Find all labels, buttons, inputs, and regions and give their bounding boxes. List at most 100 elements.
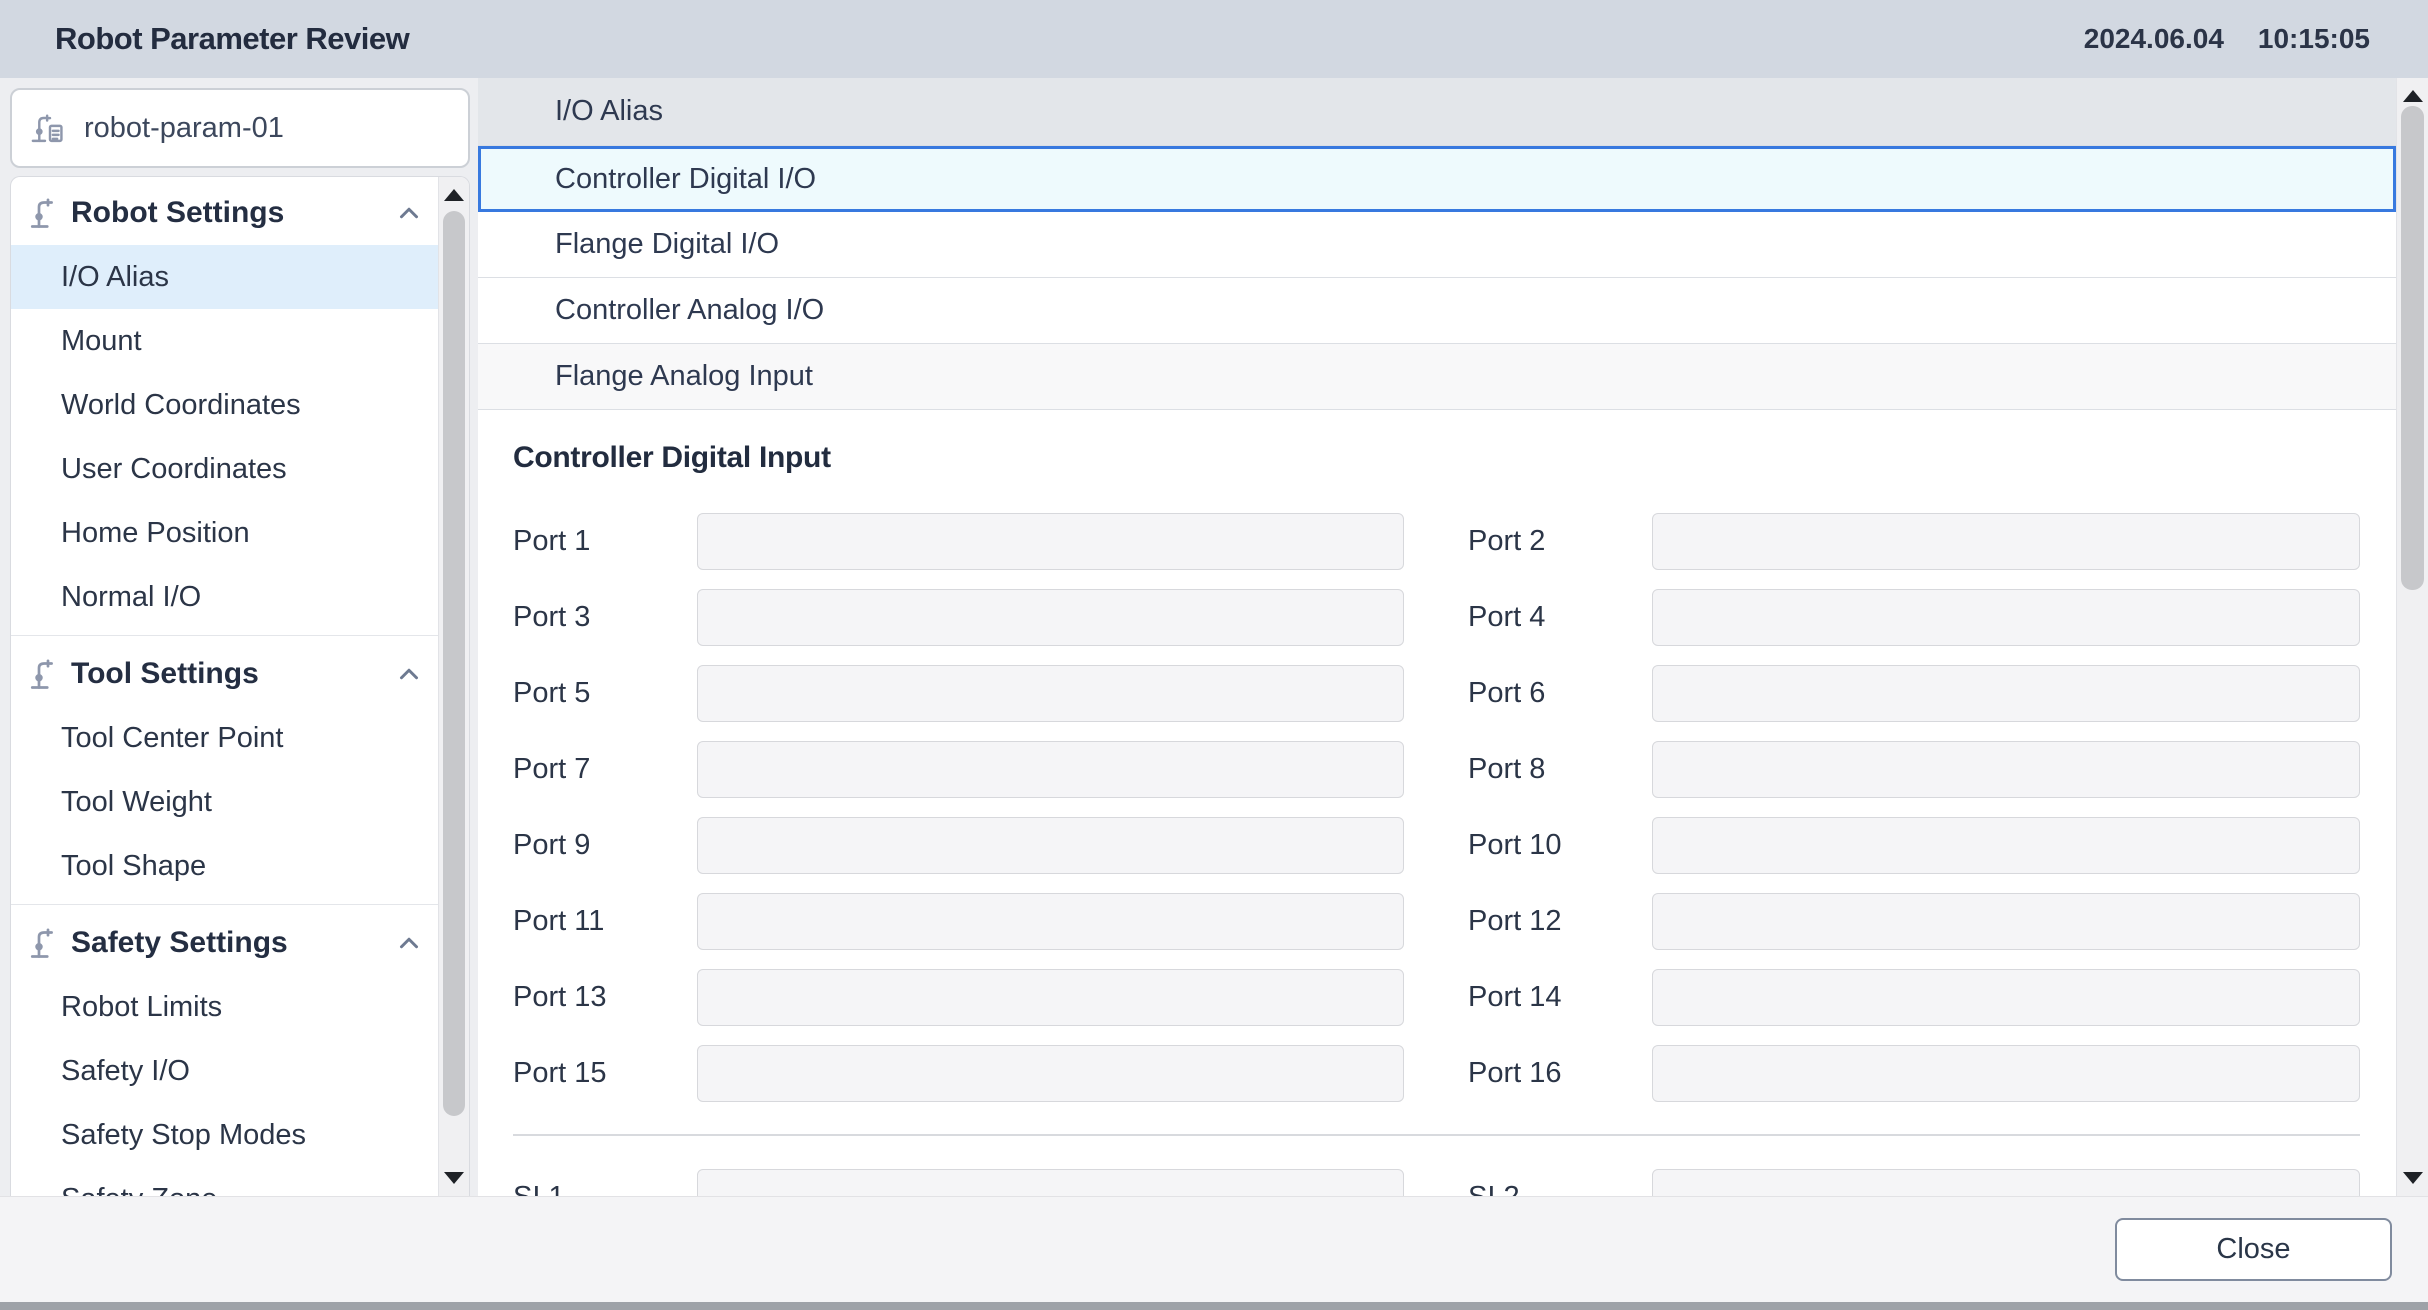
robot-arm-icon: [27, 925, 63, 961]
port-row: Port 13 Port 14: [513, 959, 2360, 1035]
sidebar-section-items: Robot Limits Safety I/O Safety Stop Mode…: [11, 975, 438, 1196]
port-field-port-16[interactable]: [1652, 1045, 2360, 1102]
sidebar-item-label: Normal I/O: [61, 581, 201, 614]
sidebar-item-label: World Coordinates: [61, 389, 301, 422]
port-field-port-10[interactable]: [1652, 817, 2360, 874]
port-row: Port 1 Port 2: [513, 503, 2360, 579]
port-field-si-2[interactable]: [1652, 1169, 2360, 1197]
port-label-port-11: Port 11: [513, 905, 697, 938]
sidebar-item-normal-i-o[interactable]: Normal I/O: [11, 565, 438, 629]
port-row: SI 1 SI 2: [513, 1159, 2360, 1196]
sidebar-section-label: Robot Settings: [71, 196, 284, 230]
sidebar-item-safety-i-o[interactable]: Safety I/O: [11, 1039, 438, 1103]
port-label-port-5: Port 5: [513, 677, 697, 710]
port-field-port-14[interactable]: [1652, 969, 2360, 1026]
datetime: 2024.06.04 10:15:05: [2084, 23, 2428, 55]
list-row-flange-analog-input[interactable]: Flange Analog Input: [478, 344, 2396, 410]
sidebar-item-user-coordinates[interactable]: User Coordinates: [11, 437, 438, 501]
port-label-port-4: Port 4: [1468, 601, 1652, 634]
port-field-port-3[interactable]: [697, 589, 1404, 646]
port-field-port-2[interactable]: [1652, 513, 2360, 570]
port-label-port-13: Port 13: [513, 981, 697, 1014]
sidebar-item-label: Tool Center Point: [61, 722, 283, 755]
sidebar-scrollbar[interactable]: [438, 177, 469, 1196]
body: robot-param-01 Robot Settings: [0, 78, 2428, 1196]
sidebar-section-safety-settings[interactable]: Safety Settings: [11, 911, 438, 975]
sidebar-item-tool-shape[interactable]: Tool Shape: [11, 834, 438, 898]
port-label-port-8: Port 8: [1468, 753, 1652, 786]
sidebar-item-home-position[interactable]: Home Position: [11, 501, 438, 565]
port-field-port-13[interactable]: [697, 969, 1404, 1026]
port-field-port-8[interactable]: [1652, 741, 2360, 798]
controller-digital-input-form: Controller Digital Input Port 1 Port 2 P…: [478, 440, 2396, 1196]
port-field-port-7[interactable]: [697, 741, 1404, 798]
sidebar-item-i-o-alias[interactable]: I/O Alias: [11, 245, 438, 309]
robot-document-icon: [30, 110, 70, 146]
list-row-label: I/O Alias: [555, 95, 663, 128]
sidebar-item-tool-weight[interactable]: Tool Weight: [11, 770, 438, 834]
list-row-controller-analog-i-o[interactable]: Controller Analog I/O: [478, 278, 2396, 344]
sidebar: robot-param-01 Robot Settings: [0, 78, 478, 1196]
sidebar-section-robot-settings[interactable]: Robot Settings: [11, 181, 438, 245]
sidebar-item-label: Robot Limits: [61, 991, 222, 1024]
port-label-port-6: Port 6: [1468, 677, 1652, 710]
sidebar-item-world-coordinates[interactable]: World Coordinates: [11, 373, 438, 437]
sidebar-item-safety-zone[interactable]: Safety Zone: [11, 1167, 438, 1196]
scroll-down-icon[interactable]: [2403, 1172, 2423, 1184]
list-row-label: Controller Digital I/O: [555, 163, 816, 196]
sidebar-item-label: User Coordinates: [61, 453, 287, 486]
port-field-port-9[interactable]: [697, 817, 1404, 874]
port-label-port-14: Port 14: [1468, 981, 1652, 1014]
form-divider: [513, 1134, 2360, 1136]
port-row: Port 11 Port 12: [513, 883, 2360, 959]
sidebar-item-tool-center-point[interactable]: Tool Center Point: [11, 706, 438, 770]
sidebar-scrollbar-thumb[interactable]: [443, 211, 465, 1116]
sidebar-section-label: Tool Settings: [71, 657, 259, 691]
sidebar-item-label: Safety I/O: [61, 1055, 190, 1088]
list-row-label: Flange Digital I/O: [555, 228, 779, 261]
port-label-port-10: Port 10: [1468, 829, 1652, 862]
main-scrollbar[interactable]: [2396, 78, 2428, 1196]
sidebar-section-items: I/O Alias Mount World Coordinates User C…: [11, 245, 438, 629]
sidebar-section-items: Tool Center Point Tool Weight Tool Shape: [11, 706, 438, 898]
chevron-up-icon: [394, 198, 424, 228]
port-grid: Port 1 Port 2 Port 3 Port 4 Port 5 Port …: [513, 503, 2360, 1111]
port-field-port-11[interactable]: [697, 893, 1404, 950]
time-label: 10:15:05: [2258, 23, 2370, 55]
chevron-up-icon: [394, 659, 424, 689]
port-field-si-1[interactable]: [697, 1169, 1404, 1197]
sidebar-section: Tool Settings Tool Center Point Tool Wei…: [11, 635, 438, 904]
sidebar-section: Robot Settings I/O Alias Mount World Coo…: [11, 177, 438, 635]
port-field-port-6[interactable]: [1652, 665, 2360, 722]
scroll-up-icon[interactable]: [2403, 90, 2423, 102]
sidebar-item-label: Safety Stop Modes: [61, 1119, 306, 1152]
section-title: Controller Digital Input: [513, 440, 2360, 476]
scroll-down-icon[interactable]: [444, 1172, 464, 1184]
port-field-port-5[interactable]: [697, 665, 1404, 722]
title-bar: Robot Parameter Review 2024.06.04 10:15:…: [0, 0, 2428, 78]
list-row-label: Controller Analog I/O: [555, 294, 824, 327]
sidebar-item-mount[interactable]: Mount: [11, 309, 438, 373]
sidebar-item-safety-stop-modes[interactable]: Safety Stop Modes: [11, 1103, 438, 1167]
port-field-port-4[interactable]: [1652, 589, 2360, 646]
scroll-up-icon[interactable]: [444, 189, 464, 201]
parameter-name-field[interactable]: robot-param-01: [10, 88, 470, 168]
parameter-name-value: robot-param-01: [84, 112, 284, 145]
list-row-flange-digital-i-o[interactable]: Flange Digital I/O: [478, 212, 2396, 278]
sidebar-menu: Robot Settings I/O Alias Mount World Coo…: [11, 177, 438, 1196]
port-label-port-1: Port 1: [513, 525, 697, 558]
port-field-port-12[interactable]: [1652, 893, 2360, 950]
sidebar-item-robot-limits[interactable]: Robot Limits: [11, 975, 438, 1039]
port-label-port-3: Port 3: [513, 601, 697, 634]
sidebar-item-label: Safety Zone: [61, 1183, 217, 1197]
list-row-controller-digital-i-o[interactable]: Controller Digital I/O: [478, 146, 2396, 212]
port-row: Port 15 Port 16: [513, 1035, 2360, 1111]
robot-parameter-review-window: Robot Parameter Review 2024.06.04 10:15:…: [0, 0, 2428, 1310]
port-field-port-1[interactable]: [697, 513, 1404, 570]
sidebar-section-tool-settings[interactable]: Tool Settings: [11, 642, 438, 706]
port-field-port-15[interactable]: [697, 1045, 1404, 1102]
main-scrollbar-thumb[interactable]: [2401, 106, 2424, 590]
port-label-si-2: SI 2: [1468, 1181, 1652, 1197]
close-button[interactable]: Close: [2115, 1218, 2392, 1281]
port-row: Port 9 Port 10: [513, 807, 2360, 883]
